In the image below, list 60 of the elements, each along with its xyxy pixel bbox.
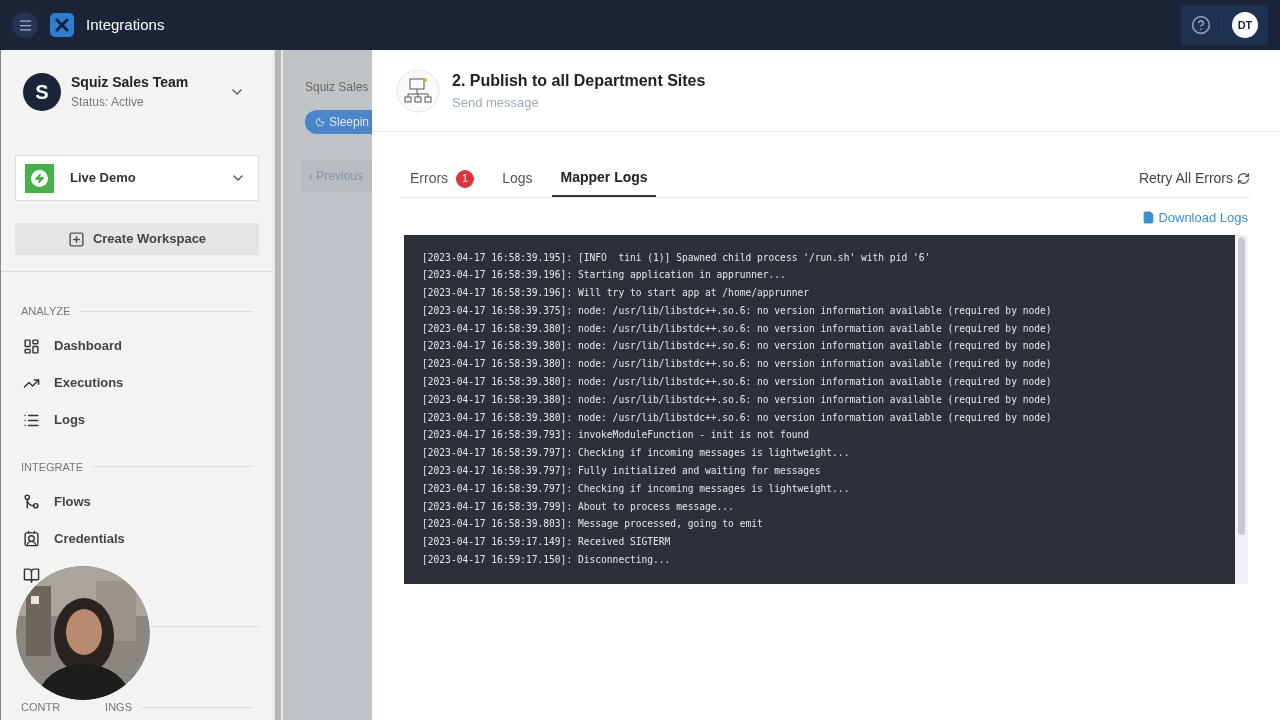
error-count-badge: 1 [456,169,475,188]
add-icon [67,230,85,248]
credentials-icon [23,530,40,547]
section-heading: INTEGRATE [21,459,84,475]
team-name: Squiz Sales Team [71,73,190,92]
log-line: [2023-04-17 16:58:39.380]: node: /usr/lib/libstdc++.so.6: no version information available (required by node) [422,392,1053,407]
log-line: [2023-04-17 16:58:39.797]: Checking if incoming messages is lightweight... [422,446,851,461]
nav-item[interactable]: Dashboard [15,327,259,365]
breadcrumb: Squiz Sales [305,79,370,96]
refresh-icon [1237,172,1250,185]
log-line: [2023-04-17 16:58:39.380]: node: /usr/lib/libstdc++.so.6: no version information available (required by node) [422,357,1053,372]
flows-icon [23,493,40,510]
file-icon [1142,211,1156,225]
section-heading: CONTR [21,700,61,715]
flow-step-icon [396,68,440,113]
app-title: Integrations [86,14,165,35]
team-status: Status: Active [71,94,145,111]
nav-item[interactable]: Executions [15,364,259,402]
download-logs-link[interactable]: Download Logs [1142,208,1248,228]
log-line: [2023-04-17 16:58:39.196]: Starting application in apprunner... [422,268,787,283]
step-title: 2. Publish to all Department Sites [452,70,706,91]
retry-all-errors-button[interactable]: Retry All Errors [1138,160,1250,197]
book-icon [23,567,40,584]
log-line: [2023-04-17 16:58:39.803]: Message processed, going to emit [422,517,764,532]
create-workspace-button[interactable]: Create Workspace [15,223,259,255]
log-line: [2023-04-17 16:58:39.380]: node: /usr/lib/libstdc++.so.6: no version information available (required by node) [422,375,1053,390]
logo-icon [50,13,74,37]
log-line: [2023-04-17 16:58:39.380]: node: /usr/lib/libstdc++.so.6: no version information available (required by node) [422,321,1053,336]
tab[interactable]: Logs [494,160,541,197]
nav-item[interactable]: Credentials [15,520,259,557]
dashboard-icon [23,337,40,355]
nav-item[interactable]: Logs [15,401,259,439]
team-avatar: S [23,72,61,111]
nav-item[interactable]: Flows [15,483,259,520]
help-icon[interactable] [1191,15,1211,35]
tab[interactable]: Errors 1 [402,160,483,197]
scrollbar[interactable] [275,50,281,720]
step-subtitle: Send message [452,93,540,112]
log-line: [2023-04-17 16:58:39.195]: [INFO tini (1)] Spawned child process '/run.sh' with pid '6' [422,250,932,265]
menu-button[interactable] [12,12,38,38]
log-line: [2023-04-17 16:58:39.196]: Will try to start app at /home/apprunner [422,286,810,301]
scrollbar[interactable] [1238,236,1245,535]
tab[interactable]: Mapper Logs [552,160,656,197]
log-line: [2023-04-17 16:59:17.149]: Received SIGTERM [422,535,672,550]
log-line: [2023-04-17 16:58:39.380]: node: /usr/lib/libstdc++.so.6: no version information available (required by node) [422,410,1053,425]
workspace-dropdown[interactable]: Live Demo [15,155,259,201]
log-line: [2023-04-17 16:58:39.380]: node: /usr/lib/libstdc++.so.6: no version information available (required by node) [422,339,1053,354]
moon-icon [315,117,325,127]
user-avatar[interactable]: DT [1232,12,1258,38]
log-line: [2023-04-17 16:59:17.150]: Disconnecting... [422,553,672,568]
log-line: [2023-04-17 16:58:39.797]: Checking if incoming messages is lightweight... [422,481,851,496]
log-line: [2023-04-17 16:58:39.793]: invokeModuleFunction - init is not found [422,428,810,443]
log-line: [2023-04-17 16:58:39.797]: Fully initialized and waiting for messages [422,464,822,479]
bolt-icon [25,163,54,193]
section-heading: ANALYZE [21,304,71,319]
menu-icon [17,17,33,33]
section-heading: INGS [105,700,132,715]
log-line: [2023-04-17 16:58:39.375]: node: /usr/lib/libstdc++.so.6: no version information available (required by node) [422,303,1053,318]
status-pill: Sleepin [305,110,372,134]
log-line: [2023-04-17 16:58:39.799]: About to process message... [422,499,735,514]
